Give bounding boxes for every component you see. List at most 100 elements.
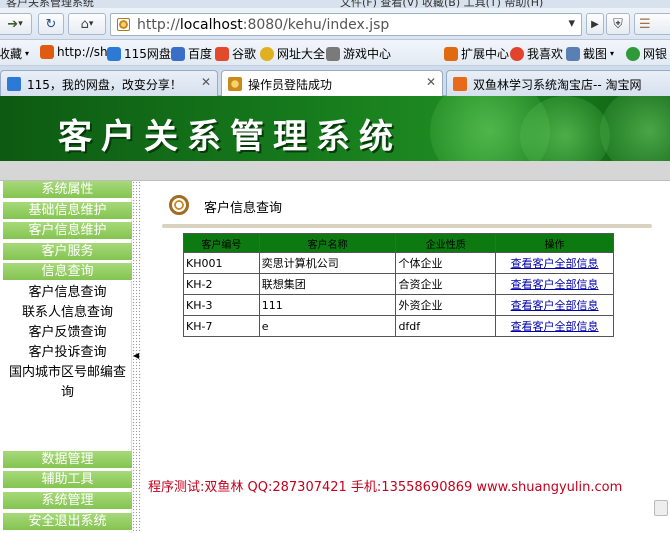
bookmark-icon <box>260 46 274 61</box>
home-button[interactable]: ⌂ ▾ <box>68 13 106 35</box>
table-header-row: 客户编号 客户名称 企业性质 操作 <box>183 233 614 253</box>
menu-system-management[interactable]: 系统管理 <box>3 492 132 510</box>
banner-decoration <box>600 96 670 161</box>
bookmark-http-sh[interactable]: http://sh <box>40 45 108 59</box>
customer-name: e <box>258 315 397 337</box>
main-content: 客户信息查询 客户编号 客户名称 企业性质 操作 KH001 奕思计算机公司 个… <box>142 181 670 533</box>
site-favicon-icon <box>117 18 130 31</box>
window-title-fragment: 客户关系管理系统 <box>6 0 94 8</box>
go-button[interactable]: ▶ <box>586 13 604 35</box>
bookmark-hao123[interactable]: 网址大全 <box>260 45 325 62</box>
menu-utilities[interactable]: 辅助工具 <box>3 471 132 489</box>
bookmark-screenshot[interactable]: 截图 ▾ <box>566 45 614 62</box>
sidebar-item-customer-query[interactable]: 客户信息查询 <box>3 283 132 303</box>
tab-taobao[interactable]: 双鱼林学习系统淘宝店-- 淘宝网 <box>446 70 670 96</box>
close-icon[interactable]: ✕ <box>426 75 436 89</box>
refresh-button[interactable]: ↻ <box>38 13 64 35</box>
system-title: 客户关系管理系统 <box>58 117 402 157</box>
paw-icon <box>171 46 185 61</box>
customer-name: 奕思计算机公司 <box>258 252 397 274</box>
forward-arrow-icon: ➔ <box>7 16 19 32</box>
sidebar-collapse-handle[interactable]: ◀ <box>132 181 142 533</box>
page-header: 客户信息查询 <box>162 191 652 228</box>
view-customer-link[interactable]: 查看客户全部信息 <box>511 320 599 333</box>
view-customer-link[interactable]: 查看客户全部信息 <box>511 299 599 312</box>
table-row: KH-7 e dfdf 查看客户全部信息 <box>183 315 614 337</box>
forward-button[interactable]: ➔ ▾ <box>0 13 32 35</box>
header-rule <box>162 224 652 228</box>
ring-bullet-icon <box>169 195 189 215</box>
sidebar-menu: 系统属性 基础信息维护 客户信息维护 客户服务 信息查询 客户信息查询 联系人信… <box>3 181 132 533</box>
menu-data-management[interactable]: 数据管理 <box>3 451 132 469</box>
customer-id: KH-2 <box>183 273 260 295</box>
gamepad-icon <box>326 46 340 61</box>
status-corner-icon[interactable] <box>654 500 668 516</box>
toolbar-menu-button[interactable]: ☰ <box>634 13 670 35</box>
play-icon: ▶ <box>591 18 599 30</box>
menu-customer-info[interactable]: 客户信息维护 <box>3 222 132 240</box>
bookmark-icon <box>107 46 121 61</box>
address-dropdown-icon[interactable]: ▾ <box>568 16 575 31</box>
collapse-arrow-icon: ◀ <box>133 351 140 360</box>
sidebar-item-contact-query[interactable]: 联系人信息查询 <box>3 303 132 323</box>
bookmark-ebank[interactable]: 网银 <box>626 45 667 62</box>
heart-icon <box>510 46 524 61</box>
security-button[interactable]: ⛨ <box>606 13 630 35</box>
tab-operator-login[interactable]: 操作员登陆成功 ✕ <box>221 70 443 97</box>
bookmark-like[interactable]: 我喜欢 <box>510 45 563 62</box>
bookmark-favorites[interactable]: 收藏 ▾ <box>0 45 29 62</box>
bookmark-google[interactable]: 谷歌 <box>215 45 256 62</box>
sidebar-item-feedback-query[interactable]: 客户反馈查询 <box>3 323 132 343</box>
bookmark-games[interactable]: 游戏中心 <box>326 45 391 62</box>
customer-name: 111 <box>258 294 397 316</box>
close-icon[interactable]: ✕ <box>201 75 211 89</box>
column-header: 企业性质 <box>395 233 497 253</box>
site-banner: 客户关系管理系统 <box>0 96 670 161</box>
customer-id: KH-3 <box>183 294 260 316</box>
bookmark-icon <box>215 46 229 61</box>
view-customer-link[interactable]: 查看客户全部信息 <box>511 257 599 270</box>
sidebar-item-areacode-query-wrap[interactable]: 询 <box>3 383 132 403</box>
customer-id: KH001 <box>183 252 260 274</box>
dropdown-icon: ▾ <box>18 19 23 29</box>
company-type: 个体企业 <box>395 252 497 274</box>
menu-info-query[interactable]: 信息查询 <box>3 263 132 281</box>
company-type: dfdf <box>395 315 497 337</box>
tab-115[interactable]: 115，我的网盘，改变分享！ ✕ <box>0 70 218 96</box>
browser-tab-strip: 115，我的网盘，改变分享！ ✕ 操作员登陆成功 ✕ 双鱼林学习系统淘宝店-- … <box>0 66 670 97</box>
bookmark-baidu[interactable]: 百度 <box>171 45 212 62</box>
customer-id: KH-7 <box>183 315 260 337</box>
tab-favicon-icon <box>228 77 242 91</box>
menu-logout[interactable]: 安全退出系统 <box>3 513 132 531</box>
company-type: 外资企业 <box>395 294 497 316</box>
customer-name: 联想集团 <box>258 273 397 295</box>
column-header: 操作 <box>495 233 614 253</box>
menu-bar-fragment: 文件(F) 查看(V) 收藏(B) 工具(T) 帮助(H) <box>340 0 544 8</box>
bookmark-extensions[interactable]: 扩展中心 <box>444 45 509 62</box>
table-row: KH-3 111 外资企业 查看客户全部信息 <box>183 294 614 316</box>
address-bar[interactable]: http://localhost:8080/kehu/index.jsp ▾ <box>110 13 582 36</box>
bookmark-115[interactable]: 115网盘 <box>107 45 171 62</box>
column-header: 客户名称 <box>258 233 397 253</box>
view-customer-link[interactable]: 查看客户全部信息 <box>511 278 599 291</box>
customer-table: 客户编号 客户名称 企业性质 操作 KH001 奕思计算机公司 个体企业 查看客… <box>183 233 614 337</box>
table-row: KH-2 联想集团 合资企业 查看客户全部信息 <box>183 273 614 295</box>
developer-contact-note: 程序测试:双鱼林 QQ:287307421 手机:13558690869 www… <box>148 480 623 495</box>
tab-favicon-icon <box>453 77 467 91</box>
header-divider-bar <box>0 161 670 181</box>
table-row: KH001 奕思计算机公司 个体企业 查看客户全部信息 <box>183 252 614 274</box>
browser-menu-strip: 客户关系管理系统 文件(F) 查看(V) 收藏(B) 工具(T) 帮助(H) <box>0 0 670 8</box>
bank-icon <box>626 46 640 61</box>
dropdown-icon: ▾ <box>88 19 94 29</box>
tab-favicon-icon <box>7 77 21 91</box>
sidebar-item-complaint-query[interactable]: 客户投诉查询 <box>3 343 132 363</box>
address-url: http://localhost:8080/kehu/index.jsp <box>137 17 390 33</box>
menu-basic-info[interactable]: 基础信息维护 <box>3 202 132 220</box>
bookmarks-bar: 收藏 ▾ http://sh 115网盘 百度 谷歌 网址大全 游戏中心 扩展中心… <box>0 40 670 66</box>
page-title: 客户信息查询 <box>204 201 283 216</box>
menu-system-properties[interactable]: 系统属性 <box>3 181 132 199</box>
menu-customer-service[interactable]: 客户服务 <box>3 243 132 261</box>
navigation-bar: ➔ ▾ ↻ ⌂ ▾ http://localhost:8080/kehu/index… <box>0 8 670 40</box>
sidebar-item-areacode-query[interactable]: 国内城市区号邮编查 <box>0 363 140 383</box>
refresh-icon: ↻ <box>45 16 57 32</box>
